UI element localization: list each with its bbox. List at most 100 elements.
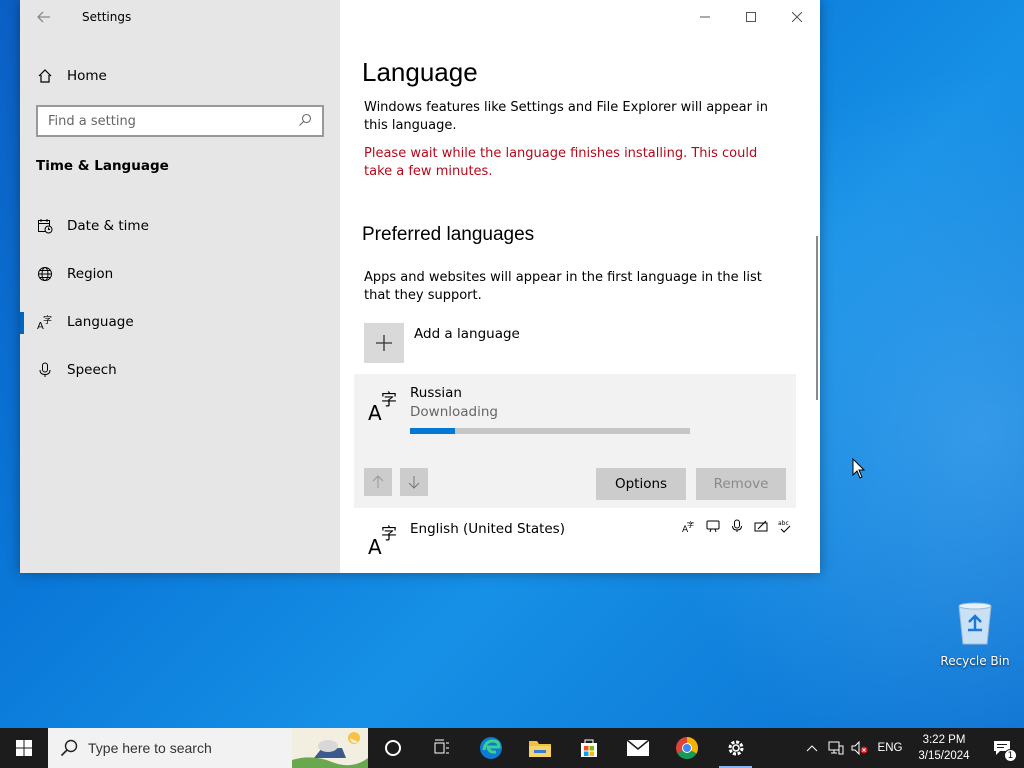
page-title: Language — [362, 57, 478, 87]
timeline-button[interactable] — [417, 728, 466, 768]
search-highlight-art — [292, 728, 368, 768]
minimize-button[interactable] — [682, 0, 728, 34]
volume-button[interactable] — [848, 728, 872, 768]
clock-date: 3/15/2024 — [918, 750, 970, 762]
text-to-speech-icon — [704, 518, 722, 534]
chrome-app-button[interactable] — [662, 728, 711, 768]
plus-icon — [364, 323, 404, 363]
recycle-bin[interactable]: Recycle Bin — [940, 600, 1010, 668]
sidebar-item-region[interactable]: Region — [20, 254, 340, 294]
svg-text:字: 字 — [43, 314, 52, 326]
notification-count-badge: 1 — [1004, 749, 1017, 762]
close-button[interactable] — [774, 0, 820, 34]
sidebar-item-label: Date & time — [67, 218, 149, 234]
language-icon: A字 — [368, 524, 397, 556]
settings-window: Settings Home Find a setting Time & Lang… — [20, 0, 820, 573]
task-view-icon — [434, 739, 449, 754]
find-setting-search[interactable]: Find a setting — [36, 105, 324, 137]
input-language-button[interactable]: ENG — [872, 728, 908, 768]
mail-app-button[interactable] — [613, 728, 662, 768]
svg-text:字: 字 — [381, 390, 397, 409]
show-hidden-icons-button[interactable] — [800, 728, 824, 768]
window-controls — [682, 0, 820, 34]
handwriting-icon — [752, 518, 770, 534]
settings-app-button[interactable] — [711, 728, 760, 768]
language-features: A字 abc — [680, 518, 794, 534]
remove-button[interactable]: Remove — [696, 468, 786, 500]
display-language-icon: A字 — [680, 518, 698, 534]
svg-text:字: 字 — [687, 520, 694, 529]
sidebar-item-language[interactable]: A字 Language — [20, 302, 340, 342]
system-tray: ENG 3:22 PM 3/15/2024 1 — [800, 728, 1024, 768]
download-progress-bar — [410, 428, 690, 434]
recycle-bin-label: Recycle Bin — [940, 654, 1010, 668]
move-up-button[interactable] — [364, 468, 392, 496]
globe-icon — [36, 265, 54, 283]
folder-icon — [528, 741, 551, 757]
network-icon — [828, 741, 844, 755]
add-language-button[interactable]: Add a language — [364, 323, 520, 363]
svg-text:字: 字 — [381, 524, 397, 543]
section-title: Time & Language — [36, 158, 169, 174]
sidebar-item-date-time[interactable]: Date & time — [20, 206, 340, 246]
task-view-button[interactable] — [368, 728, 417, 768]
input-language-indicator: ENG — [877, 742, 903, 754]
mail-icon — [626, 739, 649, 756]
language-status: Downloading — [410, 404, 498, 420]
taskbar: Type here to search ENG 3:22 PM 3/15/202… — [0, 728, 1024, 768]
search-icon[interactable] — [298, 112, 312, 131]
window-title: Settings — [82, 10, 132, 24]
sidebar-item-label: Language — [67, 314, 134, 330]
edge-icon — [479, 737, 502, 759]
chevron-up-icon — [806, 745, 818, 752]
sidebar-item-label: Region — [67, 266, 114, 282]
language-icon: A字 — [368, 390, 397, 422]
start-button[interactable] — [0, 728, 48, 768]
volume-muted-icon — [851, 741, 868, 755]
action-center-button[interactable]: 1 — [980, 728, 1024, 768]
clock-time: 3:22 PM — [922, 734, 966, 746]
spellcheck-icon: abc — [776, 518, 794, 534]
content-pane: Language Windows features like Settings … — [340, 0, 820, 573]
edge-app-button[interactable] — [466, 728, 515, 768]
microphone-icon — [728, 518, 746, 534]
mouse-cursor-icon — [852, 458, 866, 479]
store-app-button[interactable] — [564, 728, 613, 768]
taskbar-search[interactable]: Type here to search — [48, 728, 368, 768]
sidebar-item-home[interactable]: Home — [36, 64, 107, 88]
language-icon: A字 — [36, 313, 54, 331]
back-arrow-icon[interactable] — [34, 8, 54, 28]
sidebar: Settings Home Find a setting Time & Lang… — [20, 0, 340, 573]
download-progress-fill — [410, 428, 455, 434]
language-name: Russian — [410, 385, 462, 401]
windows-logo-icon — [16, 740, 32, 756]
sidebar-item-label: Speech — [67, 362, 117, 378]
preferred-languages-title: Preferred languages — [362, 224, 535, 245]
add-language-label: Add a language — [414, 326, 520, 342]
file-explorer-button[interactable] — [515, 728, 564, 768]
svg-text:abc: abc — [778, 520, 789, 527]
cortana-icon — [384, 740, 401, 756]
language-item-russian[interactable]: A字 Russian Downloading Options Remove — [354, 374, 796, 508]
clock[interactable]: 3:22 PM 3/15/2024 — [908, 732, 980, 764]
install-warning: Please wait while the language finishes … — [364, 146, 758, 179]
search-input[interactable]: Find a setting — [48, 114, 298, 129]
taskbar-search-input[interactable]: Type here to search — [88, 740, 212, 756]
microphone-icon — [36, 361, 54, 379]
sidebar-item-speech[interactable]: Speech — [20, 350, 340, 390]
arrow-up-icon — [372, 475, 384, 488]
home-icon — [36, 67, 54, 85]
network-button[interactable] — [824, 728, 848, 768]
calendar-clock-icon — [36, 217, 54, 235]
home-label: Home — [67, 68, 107, 84]
move-down-button[interactable] — [400, 468, 428, 496]
svg-text:A: A — [368, 401, 382, 422]
language-description: Windows features like Settings and File … — [364, 100, 768, 133]
maximize-button[interactable] — [728, 0, 774, 34]
chrome-icon — [675, 737, 698, 759]
options-button[interactable]: Options — [596, 468, 686, 500]
gear-icon — [728, 740, 743, 756]
scrollbar[interactable] — [816, 236, 818, 400]
recycle-bin-icon — [958, 602, 992, 645]
arrow-down-icon — [408, 476, 420, 489]
